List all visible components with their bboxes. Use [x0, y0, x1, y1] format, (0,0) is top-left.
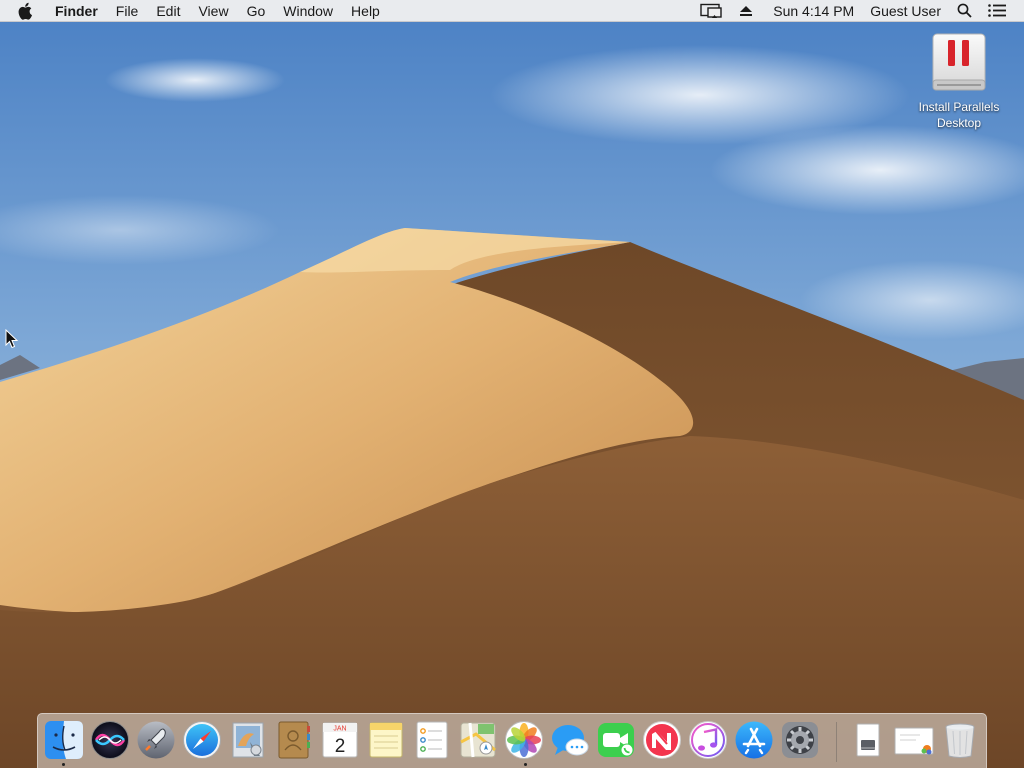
dock-documents-stack[interactable]	[894, 720, 934, 760]
menu-help[interactable]: Help	[342, 0, 389, 22]
dock-system-preferences[interactable]	[780, 720, 820, 760]
dock-contacts[interactable]	[274, 720, 314, 760]
svg-text:2: 2	[335, 736, 346, 757]
dock-maps[interactable]	[458, 720, 498, 760]
dock-mail[interactable]	[228, 720, 268, 760]
mouse-pointer-icon	[5, 329, 19, 349]
facetime-icon	[598, 723, 634, 757]
dock-calendar[interactable]: JAN 2	[320, 720, 360, 760]
desktop-icon-install-parallels[interactable]: Install Parallels Desktop	[904, 30, 1014, 131]
safari-icon	[183, 721, 221, 759]
desktop[interactable]: Finder File Edit View Go Window Help Sun…	[0, 0, 1024, 768]
news-icon	[643, 721, 681, 759]
dock-reminders[interactable]	[412, 720, 452, 760]
dock-messages[interactable]	[550, 720, 590, 760]
system-preferences-icon	[782, 722, 818, 758]
messages-icon	[552, 725, 589, 756]
mail-icon	[232, 722, 264, 758]
dock-photos[interactable]	[504, 720, 544, 760]
desktop-icon-label: Install Parallels Desktop	[918, 100, 1000, 130]
notification-center-icon[interactable]	[980, 0, 1014, 22]
menu-file[interactable]: File	[107, 0, 148, 22]
app-menu-finder[interactable]: Finder	[46, 0, 107, 22]
menubar-user[interactable]: Guest User	[862, 0, 949, 22]
eject-icon[interactable]	[731, 0, 761, 22]
running-indicator	[62, 763, 65, 766]
maps-icon	[460, 722, 496, 758]
reminders-icon	[416, 721, 448, 759]
menubar-clock[interactable]: Sun 4:14 PM	[761, 0, 862, 22]
dock-separator	[836, 722, 837, 762]
parallels-installer-drive-icon	[929, 30, 989, 94]
siri-icon	[91, 721, 129, 759]
dock-finder[interactable]	[44, 720, 84, 760]
contacts-icon	[278, 721, 310, 759]
launchpad-icon	[137, 721, 175, 759]
svg-text:JAN: JAN	[333, 726, 346, 733]
airplay-display-icon[interactable]	[691, 0, 731, 22]
itunes-icon	[689, 721, 727, 759]
dock-safari[interactable]	[182, 720, 222, 760]
dock-news[interactable]	[642, 720, 682, 760]
dock-app-store[interactable]	[734, 720, 774, 760]
dock-trash[interactable]	[940, 720, 980, 760]
running-indicator	[524, 763, 527, 766]
notes-icon	[369, 722, 403, 758]
menu-window[interactable]: Window	[274, 0, 342, 22]
calendar-icon: JAN 2	[322, 722, 358, 758]
downloads-stack-icon	[856, 723, 880, 757]
menu-bar: Finder File Edit View Go Window Help Sun…	[0, 0, 1024, 22]
finder-icon	[45, 721, 83, 759]
dock: JAN 2	[37, 713, 987, 768]
menu-view[interactable]: View	[189, 0, 237, 22]
photos-icon	[505, 721, 543, 759]
app-store-icon	[735, 721, 773, 759]
apple-menu-icon[interactable]	[0, 0, 46, 22]
documents-stack-icon	[894, 727, 934, 755]
menu-edit[interactable]: Edit	[147, 0, 189, 22]
dock-siri[interactable]	[90, 720, 130, 760]
dock-itunes[interactable]	[688, 720, 728, 760]
dock-downloads-stack[interactable]	[848, 720, 888, 760]
dock-notes[interactable]	[366, 720, 406, 760]
spotlight-search-icon[interactable]	[949, 0, 980, 22]
desktop-wallpaper	[0, 0, 1024, 768]
menu-go[interactable]: Go	[238, 0, 275, 22]
dock-facetime[interactable]	[596, 720, 636, 760]
dock-launchpad[interactable]	[136, 720, 176, 760]
trash-icon	[945, 723, 975, 758]
